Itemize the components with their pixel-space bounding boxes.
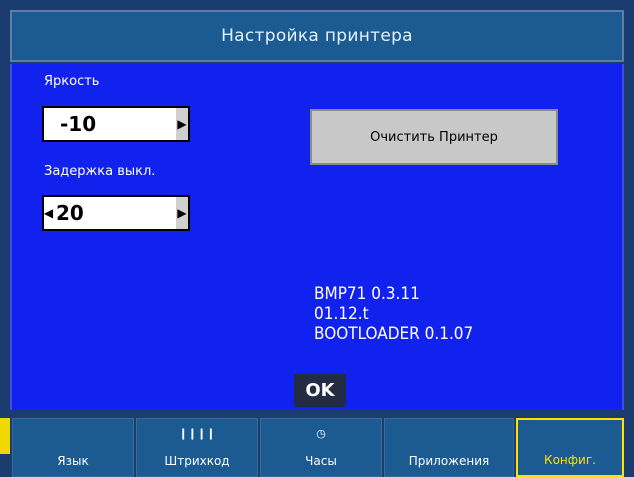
bootloader-version: BOOTLOADER 0.1.07 — [314, 324, 474, 344]
decrease-arrow-icon[interactable]: ◀ — [44, 197, 53, 229]
printer-settings-screen: Настройка принтера Яркость -10 ▶ Задержк… — [0, 0, 634, 477]
off-delay-stepper[interactable]: ◀ 20 ▶ — [42, 195, 190, 231]
clear-printer-button[interactable]: Очистить Принтер — [310, 109, 558, 165]
tab-label: Штрихкод — [164, 454, 230, 468]
bottom-tab-bar: Язык ❙❙❙❙ Штрихкод ◷ Часы Приложения Кон… — [10, 412, 624, 477]
tab-clock[interactable]: ◷ Часы — [260, 418, 382, 477]
brightness-stepper[interactable]: -10 ▶ — [42, 106, 190, 142]
tab-label: Часы — [305, 454, 337, 468]
increase-arrow-icon[interactable]: ▶ — [176, 197, 188, 229]
firmware-version: BMP71 0.3.11 — [314, 284, 420, 304]
clock-icon: ◷ — [316, 427, 326, 440]
tab-label: Приложения — [408, 454, 490, 468]
tab-label: Язык — [57, 454, 89, 468]
version-info: BMP71 0.3.11 01.12.t BOOTLOADER 0.1.07 — [314, 284, 473, 344]
tab-label: Конфиг. — [544, 453, 596, 467]
tab-applications[interactable]: Приложения — [384, 418, 514, 477]
tab-language[interactable]: Язык — [12, 418, 134, 477]
off-delay-value: 20 — [56, 201, 84, 225]
off-delay-label: Задержка выкл. — [44, 164, 156, 179]
brightness-label: Яркость — [44, 74, 100, 89]
tab-barcode[interactable]: ❙❙❙❙ Штрихкод — [136, 418, 258, 477]
brightness-value: -10 — [60, 112, 97, 136]
tab-config[interactable]: Конфиг. — [516, 418, 624, 477]
left-scroll-marker — [0, 418, 10, 454]
settings-panel: Яркость -10 ▶ Задержка выкл. ◀ 20 ▶ Очис… — [10, 64, 624, 410]
barcode-icon: ❙❙❙❙ — [178, 427, 216, 440]
increase-arrow-icon[interactable]: ▶ — [176, 108, 188, 140]
build-version: 01.12.t — [314, 304, 369, 324]
page-title: Настройка принтера — [10, 10, 624, 62]
ok-button[interactable]: OK — [294, 374, 346, 407]
